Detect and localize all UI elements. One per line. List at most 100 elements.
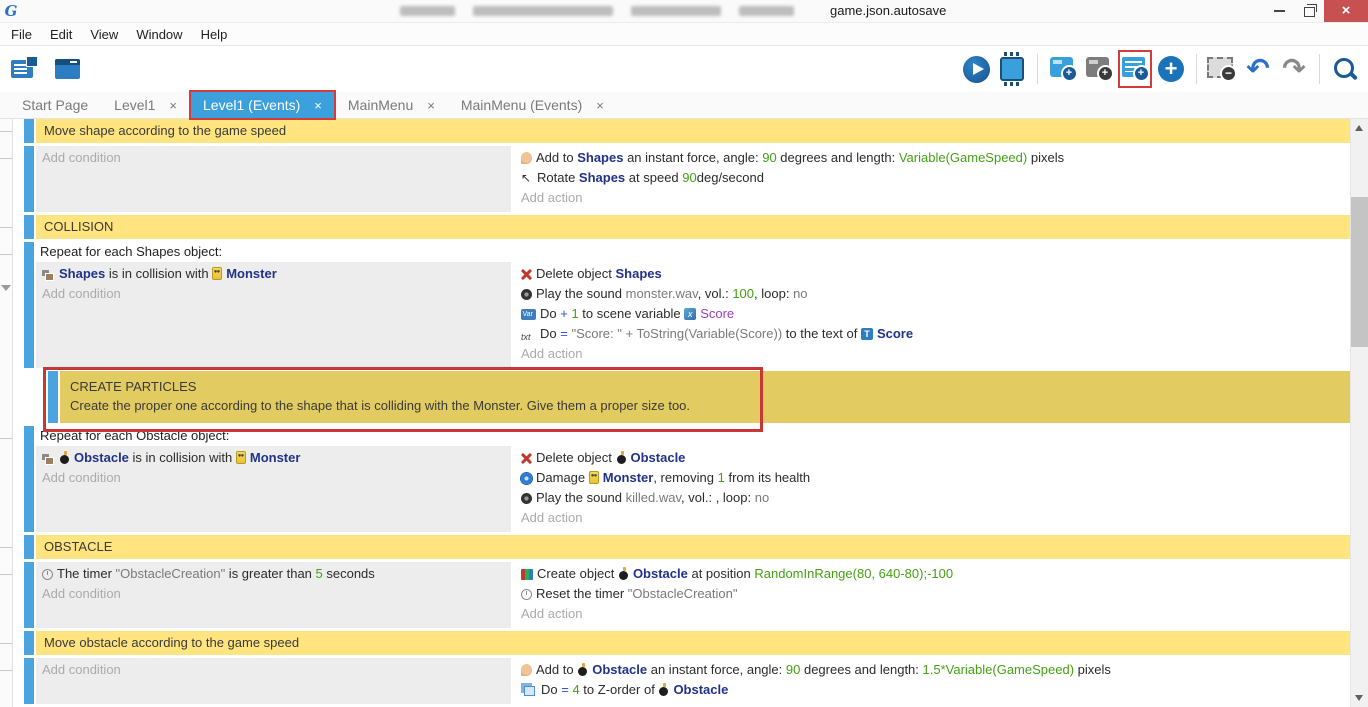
action-line[interactable]: Play the sound killed.wav, vol.: , loop:… [515, 488, 1351, 508]
scroll-up-icon[interactable] [1355, 125, 1363, 131]
text-segment: Monster [250, 450, 301, 465]
menu-help[interactable]: Help [192, 24, 237, 45]
project-manager-button[interactable] [10, 52, 40, 86]
text-segment: , vol.: , loop: [681, 490, 755, 505]
text-segment: Variable(GameSpeed) [899, 150, 1027, 165]
event-body: Move shape according to the game speed [36, 119, 1351, 143]
text-segment: Obstacle [74, 450, 129, 465]
text-segment: no [793, 286, 807, 301]
add-action-link[interactable]: Add action [515, 344, 1351, 364]
text-segment: Rotate [537, 170, 579, 185]
add-condition-link[interactable]: Add condition [36, 148, 511, 168]
add-condition-link[interactable]: Add condition [36, 468, 511, 488]
close-tab-icon[interactable] [596, 99, 604, 112]
debugger-button[interactable] [997, 52, 1027, 86]
undo-button[interactable] [1243, 52, 1273, 86]
minimize-icon [1274, 10, 1285, 12]
add-more-button[interactable] [1156, 52, 1186, 86]
event-body: The timer "ObstacleCreation" is greater … [36, 562, 1351, 628]
action-line[interactable]: Reset the timer "ObstacleCreation" [515, 584, 1351, 604]
condition-line[interactable]: Obstacle is in collision with Monster [36, 448, 511, 468]
comment-title: OBSTACLE [44, 539, 1343, 555]
text-segment: 5 [316, 566, 323, 581]
action-line[interactable]: Add to Obstacle an instant force, angle:… [515, 660, 1351, 680]
scroll-down-icon[interactable] [1355, 695, 1363, 701]
event-selection-bar [24, 631, 34, 655]
add-subevent-button[interactable] [1084, 52, 1114, 86]
add-action-link[interactable]: Add action [515, 188, 1351, 208]
action-line[interactable]: Delete object Obstacle [515, 448, 1351, 468]
close-tab-icon[interactable] [169, 99, 177, 112]
redaction-blob [473, 6, 613, 16]
close-tab-icon[interactable] [427, 99, 435, 112]
text-segment: 1 [571, 306, 578, 321]
standard-event: Add conditionAdd to Shapes an instant fo… [24, 146, 1351, 212]
text-segment: "ObstacleCreation" [628, 586, 738, 601]
comment-content[interactable]: COLLISION [36, 215, 1351, 239]
comment-content[interactable]: Move obstacle according to the game spee… [36, 631, 1351, 655]
text-segment: killed.wav [626, 490, 681, 505]
comment-content[interactable]: OBSTACLE [36, 535, 1351, 559]
gutter-tick [0, 574, 12, 575]
add-condition-link[interactable]: Add condition [36, 584, 511, 604]
close-button[interactable] [1324, 0, 1368, 22]
start-page-button[interactable] [52, 52, 82, 86]
action-line[interactable]: Add to Shapes an instant force, angle: 9… [515, 148, 1351, 168]
text-segment: Obstacle [673, 682, 728, 697]
tab-level1-events-[interactable]: Level1 (Events) [191, 92, 334, 118]
add-action-link[interactable]: Add action [515, 508, 1351, 528]
text-segment: , removing [653, 470, 717, 485]
scene-variable-icon [684, 308, 696, 320]
text-segment: pixels [1074, 662, 1111, 677]
text-segment: Shapes [59, 266, 105, 281]
menu-file[interactable]: File [2, 24, 41, 45]
search-button[interactable] [1330, 52, 1360, 86]
add-object-event-button[interactable] [1048, 52, 1078, 86]
restore-button[interactable] [1294, 0, 1324, 22]
add-event-button[interactable] [1120, 52, 1150, 86]
menu-view[interactable]: View [81, 24, 127, 45]
preview-button[interactable] [961, 52, 991, 86]
tab-mainmenu[interactable]: MainMenu [336, 92, 447, 118]
menu-edit[interactable]: Edit [41, 24, 81, 45]
action-line[interactable]: Do + 1 to scene variable Score [515, 304, 1351, 324]
collapse-arrow-icon[interactable] [1, 285, 11, 291]
comment-content[interactable]: Move shape according to the game speed [36, 119, 1351, 143]
event-body: Repeat for each Shapes object:Shapes is … [36, 242, 1351, 368]
comment-text: Create the proper one according to the s… [70, 398, 1341, 414]
condition-line[interactable]: Shapes is in collision with Monster [36, 264, 511, 284]
text-segment: Damage [536, 470, 589, 485]
zorder-icon [524, 686, 535, 696]
tab-mainmenu-events-[interactable]: MainMenu (Events) [449, 92, 616, 118]
scrollbar-thumb[interactable] [1351, 197, 1368, 347]
delete-icon [521, 453, 532, 464]
toolbar-separator [1037, 54, 1038, 84]
tab-start-page[interactable]: Start Page [10, 92, 100, 118]
text-segment: , vol.: [698, 286, 733, 301]
action-line[interactable]: Damage Monster, removing 1 from its heal… [515, 468, 1351, 488]
text-segment: Do [540, 326, 560, 341]
action-line[interactable]: Rotate Shapes at speed 90deg/second [515, 168, 1351, 188]
action-line[interactable]: Play the sound monster.wav, vol.: 100, l… [515, 284, 1351, 304]
action-line[interactable]: Do = "Score: " + ToString(Variable(Score… [515, 324, 1351, 344]
toolbar-right-group [961, 52, 1368, 86]
menu-window[interactable]: Window [127, 24, 191, 45]
redo-button[interactable] [1279, 52, 1309, 86]
comment-event: COLLISION [24, 215, 1351, 239]
comment-content[interactable]: CREATE PARTICLESCreate the proper one ac… [60, 371, 1351, 423]
minimize-button[interactable] [1264, 0, 1294, 22]
tab-level1[interactable]: Level1 [102, 92, 189, 118]
text-segment: Play the sound [536, 490, 626, 505]
condition-line[interactable]: The timer "ObstacleCreation" is greater … [36, 564, 511, 584]
add-condition-link[interactable]: Add condition [36, 660, 511, 680]
event-selection-bar [24, 562, 34, 628]
add-condition-link[interactable]: Add condition [36, 284, 511, 304]
toolbar-separator [1319, 54, 1320, 84]
action-line[interactable]: Do = 4 to Z-order of Obstacle [515, 680, 1351, 700]
add-action-link[interactable]: Add action [515, 604, 1351, 624]
action-line[interactable]: Delete object Shapes [515, 264, 1351, 284]
action-line[interactable]: Create object Obstacle at position Rando… [515, 564, 1351, 584]
gutter-tick [0, 131, 12, 132]
close-tab-icon[interactable] [314, 99, 322, 112]
delete-event-button[interactable] [1207, 52, 1237, 86]
